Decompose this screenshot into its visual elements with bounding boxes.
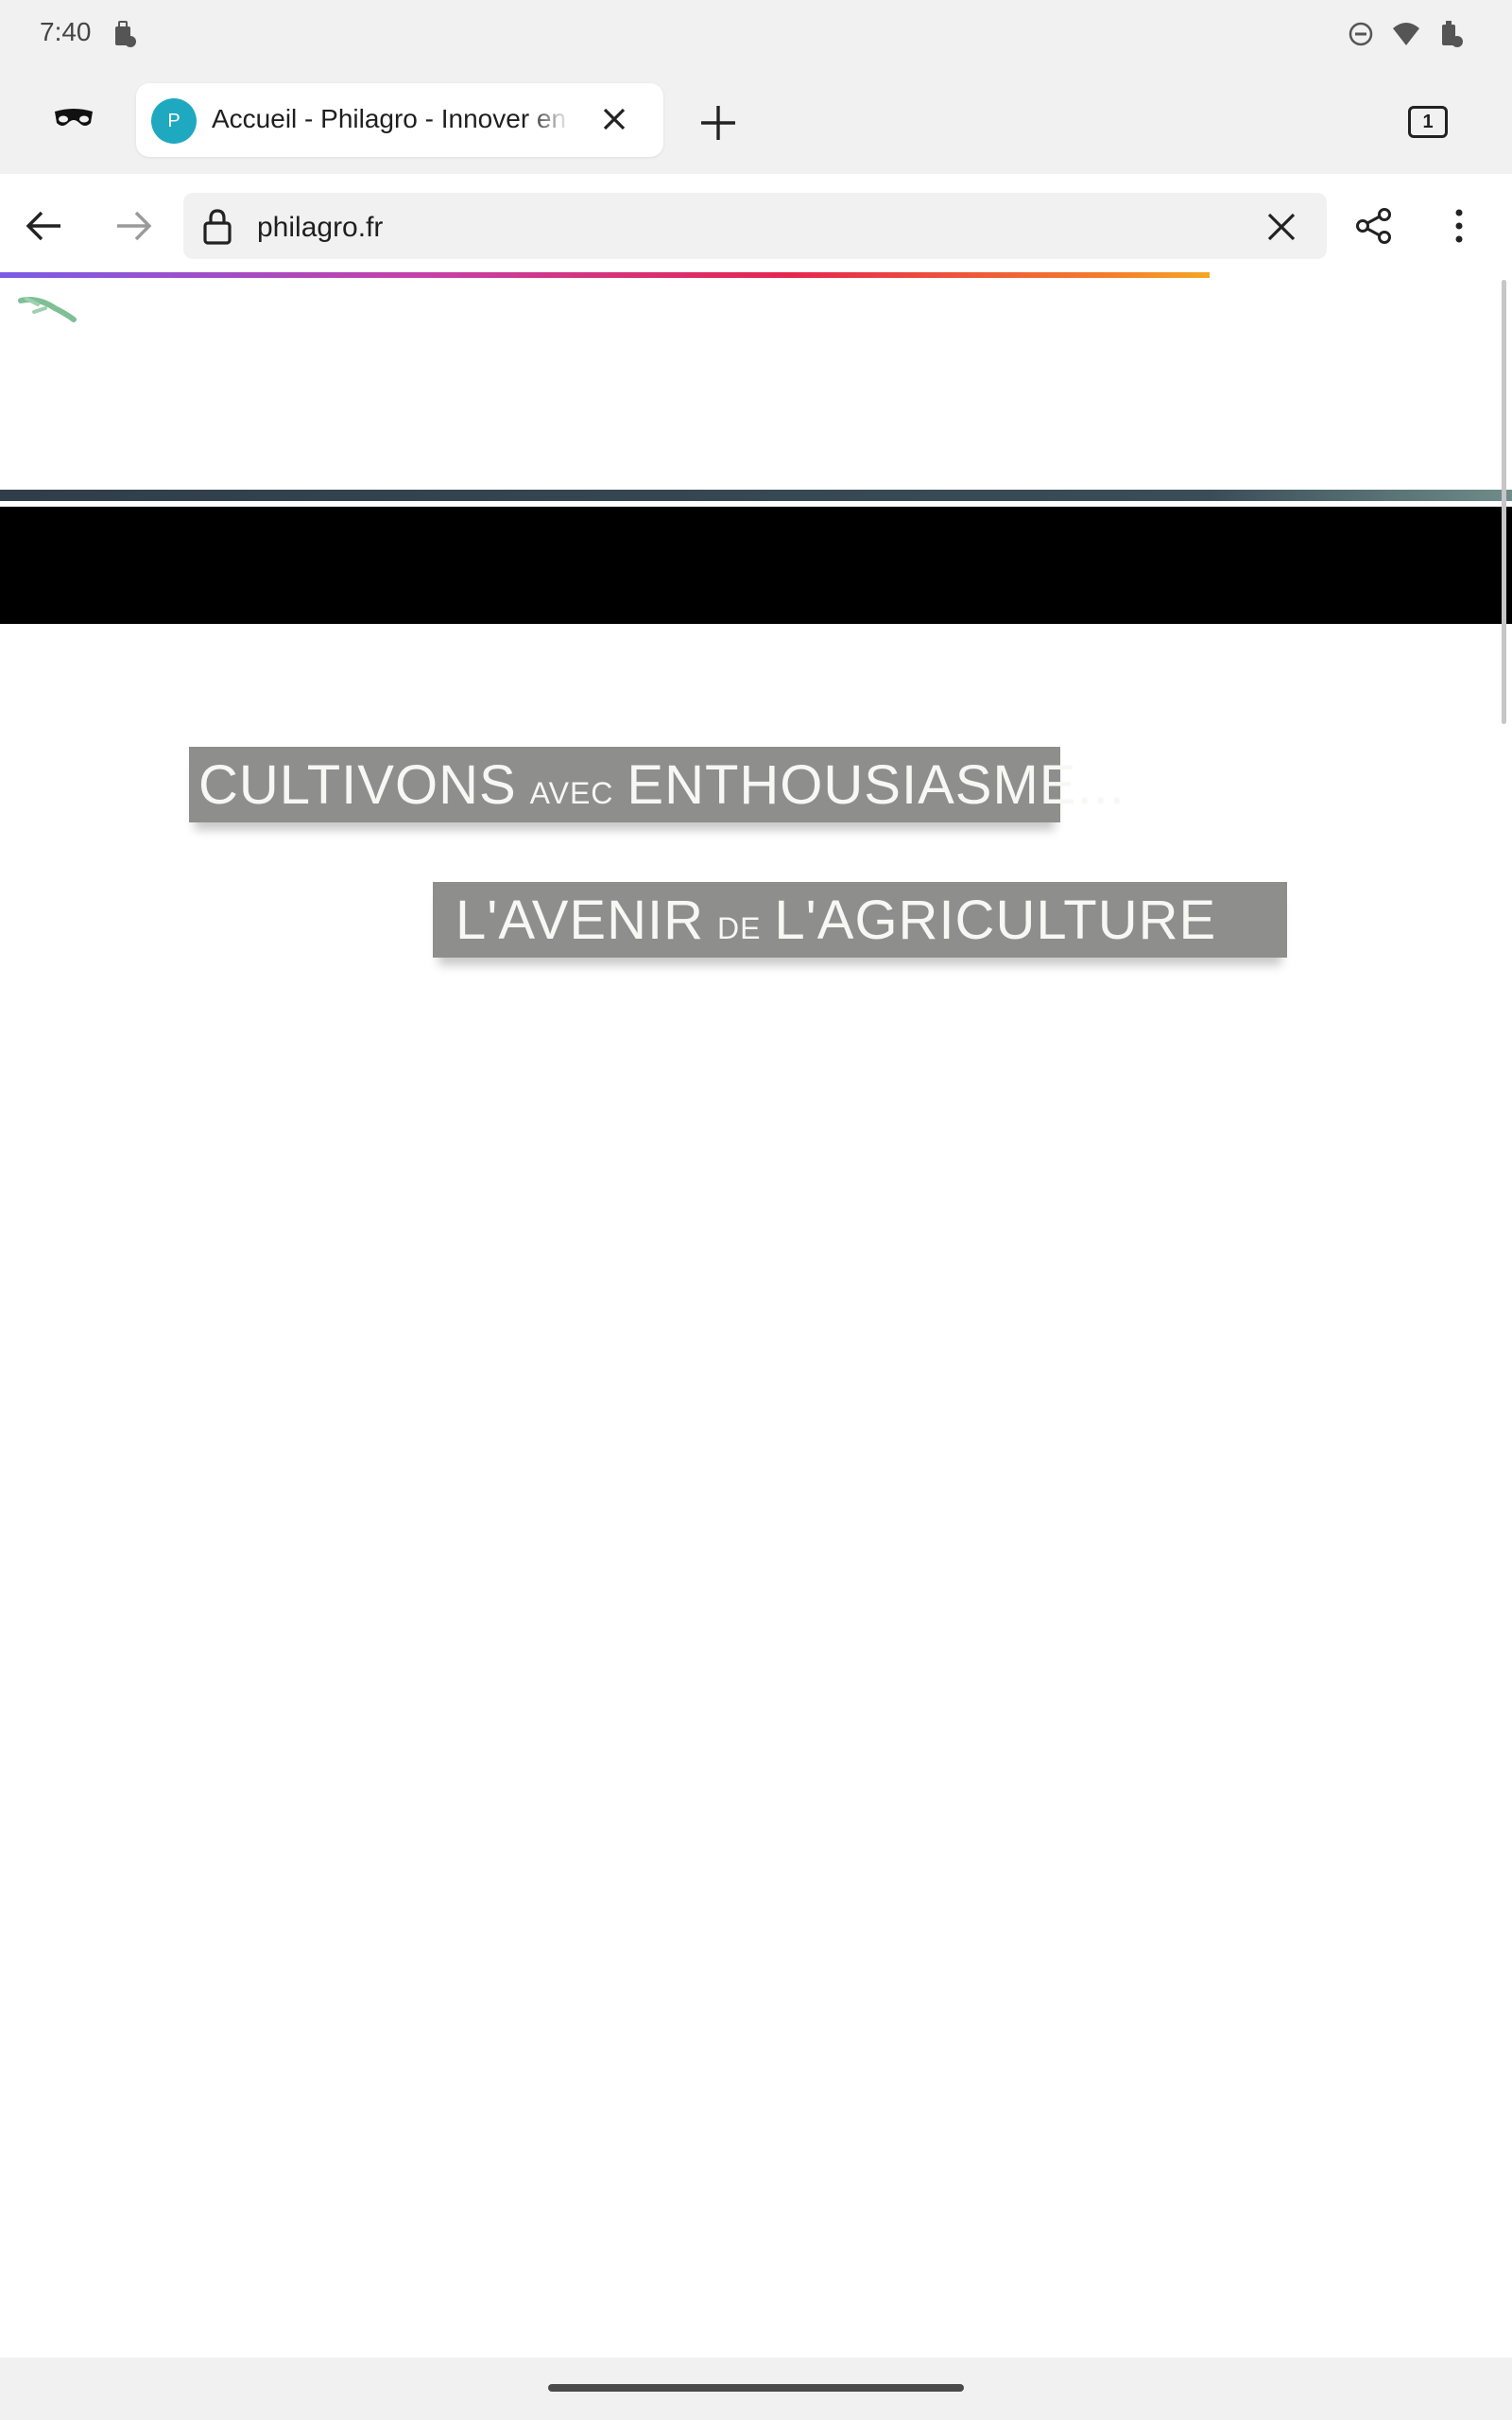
- incognito-mask-icon[interactable]: [53, 106, 94, 135]
- work-battery-icon: [1438, 19, 1465, 54]
- share-icon[interactable]: [1355, 208, 1393, 249]
- slogan-word: L'AVENIR: [455, 890, 704, 951]
- url-text[interactable]: philagro.fr: [257, 212, 383, 244]
- site-leaf-icon: [17, 291, 77, 334]
- forward-arrow-icon[interactable]: [115, 210, 153, 247]
- status-icons: [1348, 19, 1465, 54]
- header-black-band: [0, 507, 1512, 624]
- site-favicon: P: [151, 98, 197, 144]
- work-profile-icon: [112, 19, 138, 54]
- new-tab-icon[interactable]: [699, 104, 737, 147]
- tab-title: Accueil - Philagro - Innover en: [212, 104, 567, 133]
- do-not-disturb-icon: [1348, 21, 1374, 52]
- status-time: 7:40: [40, 17, 92, 46]
- address-bar[interactable]: philagro.fr: [183, 193, 1327, 259]
- more-options-icon[interactable]: [1453, 208, 1465, 249]
- slogan-word: L'AGRICULTURE: [774, 890, 1217, 951]
- browser-toolbar: philagro.fr: [0, 174, 1512, 276]
- tab-strip: P Accueil - Philagro - Innover en 1: [0, 68, 1512, 174]
- slogan-banner-line2: L'AVENIR DE L'AGRICULTURE: [433, 882, 1287, 958]
- back-arrow-icon[interactable]: [25, 210, 62, 247]
- status-bar: 7:40: [0, 0, 1512, 68]
- slogan-connector: AVEC: [529, 776, 614, 810]
- lock-icon[interactable]: [202, 208, 232, 251]
- slogan-word: CULTIVONS: [198, 754, 517, 816]
- close-tab-icon[interactable]: [599, 104, 629, 139]
- slogan-connector: DE: [716, 911, 762, 945]
- tab-active[interactable]: P Accueil - Philagro - Innover en: [136, 83, 663, 157]
- stop-loading-icon[interactable]: [1266, 212, 1297, 247]
- page-load-progress-bar: [0, 272, 1210, 278]
- gesture-handle[interactable]: [548, 2384, 964, 2392]
- wifi-icon: [1391, 21, 1421, 52]
- slogan-banner-line1: CULTIVONS AVEC ENTHOUSIASME...: [189, 747, 1125, 822]
- system-navigation-bar: [0, 2358, 1512, 2420]
- page-scrollbar[interactable]: [1502, 280, 1506, 724]
- slogan-word: ENTHOUSIASME...: [627, 754, 1125, 816]
- tab-count-button[interactable]: 1: [1408, 106, 1448, 138]
- header-divider: [0, 490, 1512, 501]
